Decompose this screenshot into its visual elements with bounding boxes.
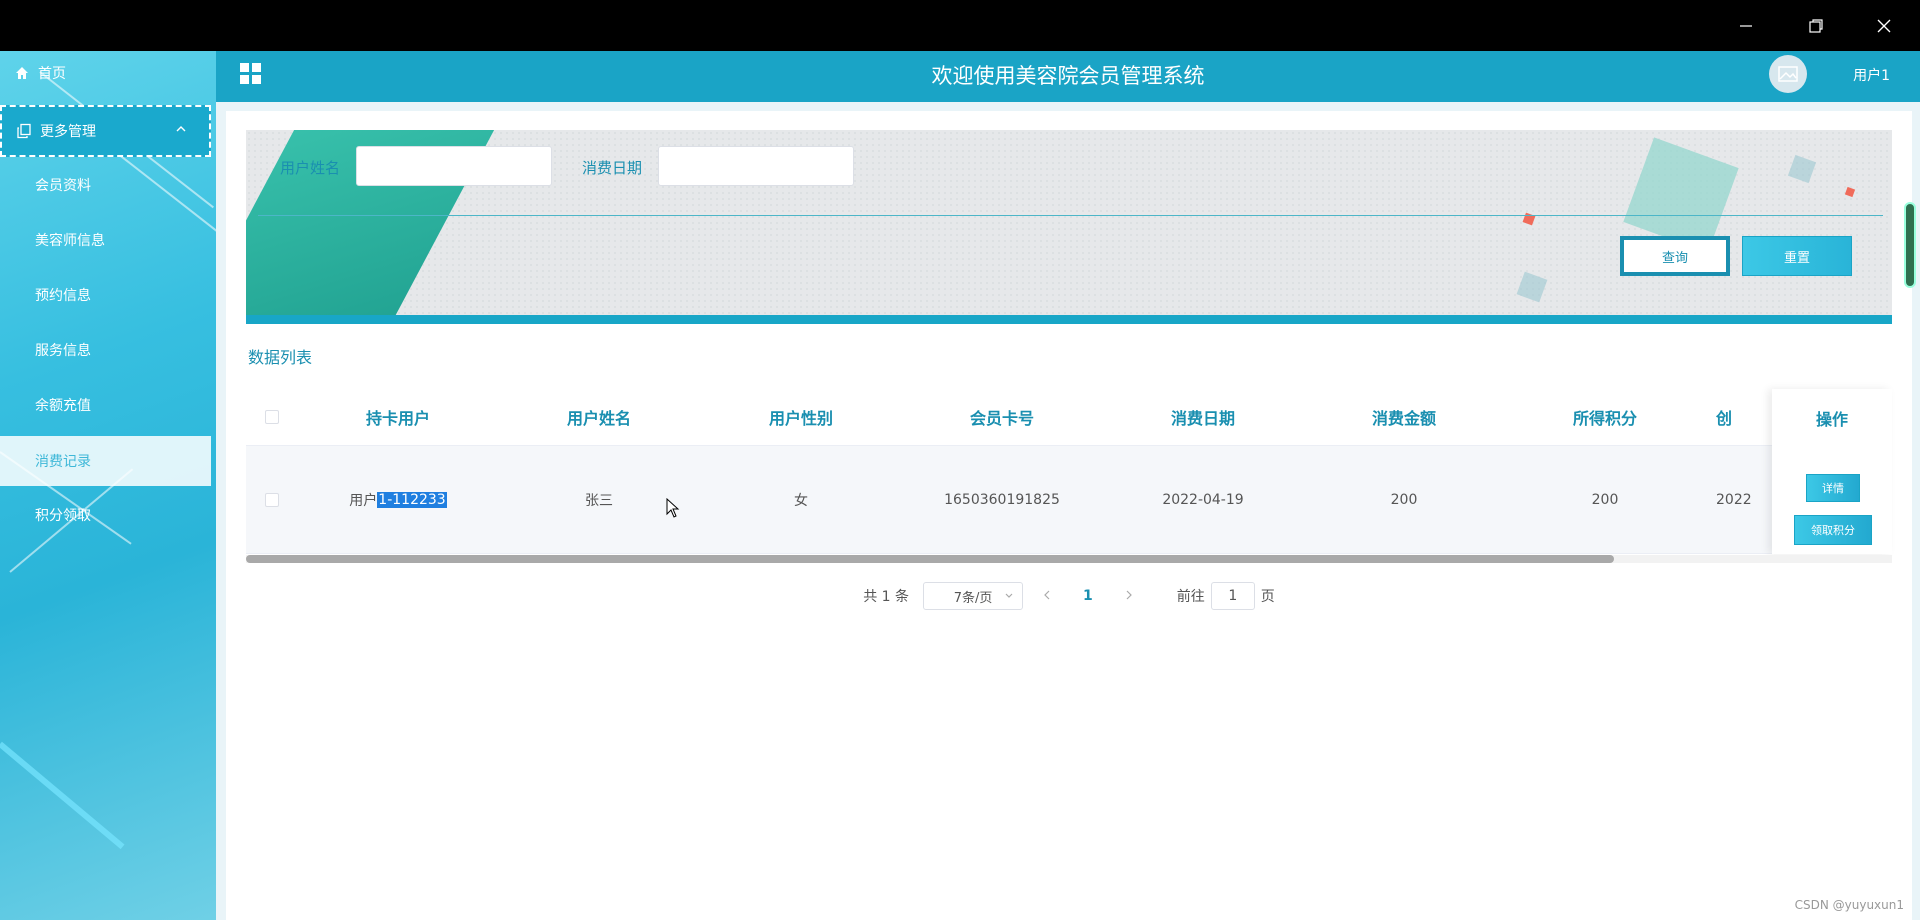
sidebar-item-label: 美容师信息: [35, 233, 105, 249]
page-size-value: 7条/页: [953, 590, 993, 606]
section-title: 数据列表: [248, 348, 313, 367]
sidebar-item-appointment[interactable]: 预约信息: [0, 273, 216, 317]
sidebar-item-label: 会员资料: [35, 178, 91, 194]
sidebar-item-consumption[interactable]: 消费记录: [0, 436, 211, 486]
scrollbar-thumb[interactable]: [246, 555, 1614, 563]
sidebar-item-service[interactable]: 服务信息: [0, 328, 216, 372]
sidebar-item-home[interactable]: 首页: [0, 51, 216, 95]
sidebar-item-points[interactable]: 积分领取: [0, 493, 216, 537]
top-header: 欢迎使用美容院会员管理系统 用户1: [216, 51, 1920, 102]
sidebar-item-label: 服务信息: [35, 343, 91, 359]
total-count: 共 1 条: [863, 589, 910, 605]
minimize-icon[interactable]: [1718, 0, 1774, 51]
cell-card-user: 用户 1-112233: [298, 446, 498, 553]
row-checkbox[interactable]: [265, 492, 279, 507]
sidebar-item-label: 预约信息: [35, 288, 91, 304]
copy-icon: [16, 123, 32, 139]
restore-icon[interactable]: [1788, 0, 1844, 51]
card-user-prefix: 用户: [349, 492, 378, 509]
sidebar-item-label: 积分领取: [35, 508, 91, 524]
ops-header: 操作: [1815, 409, 1848, 429]
chevron-up-icon: [176, 126, 186, 132]
sidebar-item-member[interactable]: 会员资料: [0, 163, 216, 207]
avatar[interactable]: [1769, 55, 1807, 93]
sidebar-item-label: 消费记录: [35, 454, 91, 470]
cell-date: 2022-04-19: [1162, 491, 1244, 508]
chevron-down-icon: [1005, 593, 1013, 598]
username[interactable]: 用户1: [1853, 51, 1890, 102]
sidebar-item-beautician[interactable]: 美容师信息: [0, 218, 216, 262]
sidebar: 首页 更多管理 会员资料 美容师信息 预约信息 服务信息 余额充值 消费记录 积…: [0, 51, 216, 920]
page-title: 欢迎使用美容院会员管理系统: [931, 64, 1205, 88]
panel-divider: [258, 215, 1883, 216]
column-header[interactable]: 消费金额: [1304, 389, 1504, 445]
operations-column: 操作 详情 领取积分: [1772, 389, 1892, 554]
sidebar-item-label: 余额充值: [35, 398, 91, 414]
home-icon: [14, 65, 30, 81]
sidebar-item-recharge[interactable]: 余额充值: [0, 383, 216, 427]
date-label: 消费日期: [582, 159, 643, 177]
goto-page-input[interactable]: 1: [1210, 582, 1255, 610]
pagination: 共 1 条 7条/页 1 前往 1 页: [226, 581, 1912, 611]
image-icon: [1778, 66, 1798, 82]
sidebar-group-label: 更多管理: [40, 124, 96, 140]
name-label: 用户姓名: [280, 159, 341, 177]
panel-bottom-bar: [246, 315, 1892, 324]
goto-prefix: 前往: [1176, 589, 1205, 605]
selected-text: 1-112233: [377, 491, 447, 508]
column-header[interactable]: 消费日期: [1102, 389, 1304, 445]
cell-gender: 女: [794, 492, 808, 509]
column-header[interactable]: 用户姓名: [498, 389, 700, 445]
next-page-icon[interactable]: [1115, 588, 1143, 604]
sidebar-item-label: 首页: [38, 66, 66, 82]
horizontal-scrollbar[interactable]: [246, 555, 1892, 563]
search-panel: 用户姓名 消费日期 查询 重置: [246, 130, 1892, 324]
cell-amount: 200: [1390, 491, 1418, 508]
table-row[interactable]: 用户 1-112233 张三 女 1650360191825 2022-04-19…: [246, 446, 1892, 554]
claim-points-button[interactable]: 领取积分: [1794, 515, 1872, 545]
date-input[interactable]: [658, 146, 854, 186]
select-all-checkbox[interactable]: [265, 410, 279, 424]
page-size-select[interactable]: 7条/页: [923, 582, 1024, 610]
sidebar-decoration: [0, 741, 125, 850]
cell-card-no: 1650360191825: [944, 491, 1060, 508]
select-all-cell: [246, 389, 298, 445]
name-input[interactable]: [356, 146, 552, 186]
column-header[interactable]: 持卡用户: [298, 389, 498, 445]
main-content: 用户姓名 消费日期 查询 重置 数据列表 持卡用户 用户姓名 用户性别 会员卡号…: [226, 111, 1912, 920]
column-header[interactable]: 用户性别: [700, 389, 902, 445]
sidebar-group-more[interactable]: 更多管理: [0, 105, 211, 157]
column-header[interactable]: 所得积分: [1504, 389, 1706, 445]
detail-button[interactable]: 详情: [1806, 474, 1860, 502]
table-header: 持卡用户 用户姓名 用户性别 会员卡号 消费日期 消费金额 所得积分 创: [246, 389, 1892, 446]
vertical-scrollbar[interactable]: [1904, 202, 1916, 288]
reset-button[interactable]: 重置: [1742, 236, 1852, 276]
mouse-cursor-icon: [666, 498, 680, 518]
watermark: CSDN @yuyuxun1: [1794, 898, 1904, 912]
query-button[interactable]: 查询: [1620, 236, 1730, 276]
prev-page-icon[interactable]: [1033, 588, 1061, 604]
column-header[interactable]: 会员卡号: [902, 389, 1102, 445]
current-page[interactable]: 1: [1083, 588, 1093, 604]
row-select-cell: [246, 446, 298, 553]
window-titlebar: [0, 0, 1920, 51]
goto-suffix: 页: [1260, 589, 1275, 605]
close-icon[interactable]: [1856, 0, 1912, 51]
cell-points: 200: [1591, 491, 1619, 508]
